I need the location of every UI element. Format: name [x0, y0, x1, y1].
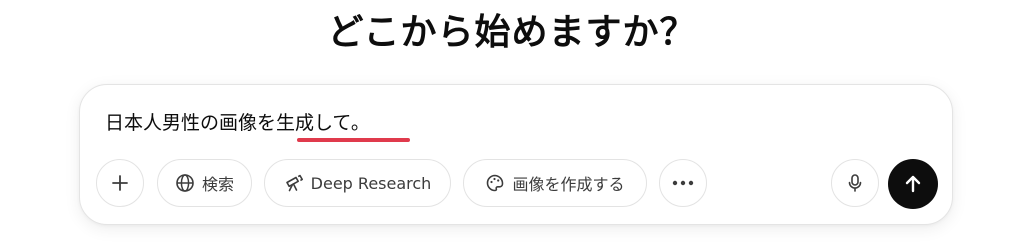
add-attachment-button[interactable] — [96, 159, 144, 207]
create-image-button[interactable]: 画像を作成する — [463, 159, 647, 207]
prompt-composer: 日本人男性の画像を生成して。 検索 Deep Research 画像を作成する — [79, 84, 953, 225]
search-button-label: 検索 — [201, 175, 234, 194]
spellcheck-underline — [297, 138, 410, 142]
globe-icon — [176, 174, 194, 192]
voice-input-button[interactable] — [831, 159, 879, 207]
page: どこから始めますか？ 日本人男性の画像を生成して。 検索 Deep Resear… — [0, 0, 1024, 244]
deep-research-button[interactable]: Deep Research — [264, 159, 451, 207]
prompt-input[interactable]: 日本人男性の画像を生成して。 — [105, 108, 370, 138]
microphone-icon — [848, 174, 862, 192]
deep-research-label: Deep Research — [310, 173, 432, 193]
create-image-label: 画像を作成する — [512, 175, 625, 194]
plus-icon — [112, 175, 128, 191]
send-button[interactable] — [888, 159, 938, 209]
more-options-button[interactable] — [659, 159, 707, 207]
arrow-up-icon — [905, 175, 921, 193]
page-heading: どこから始めますか？ — [327, 12, 697, 53]
palette-icon — [487, 174, 504, 192]
telescope-icon — [285, 174, 303, 192]
search-button[interactable]: 検索 — [157, 159, 252, 207]
more-horizontal-icon — [672, 180, 694, 186]
